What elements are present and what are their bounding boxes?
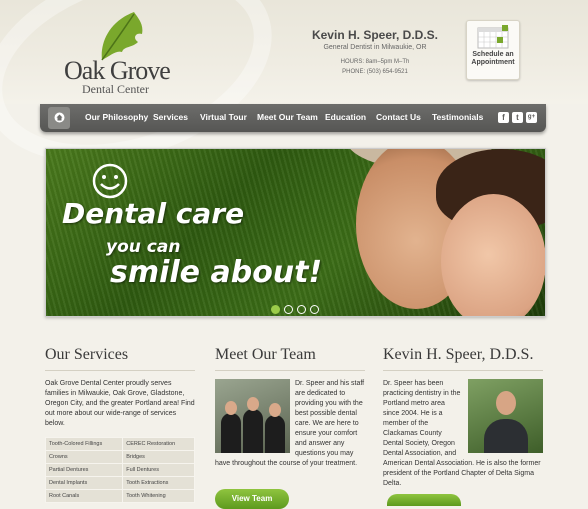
hero-headline-2: you can	[106, 237, 181, 257]
services-divider	[45, 370, 195, 371]
service-link[interactable]: Full Dentures	[122, 463, 195, 477]
slider-dot-2[interactable]	[284, 305, 293, 314]
facebook-icon[interactable]: f	[498, 112, 509, 123]
office-phone[interactable]: PHONE: (503) 654-9521	[300, 67, 450, 77]
twitter-icon[interactable]: t	[512, 112, 523, 123]
nav-our-philosophy[interactable]: Our Philosophy	[85, 112, 148, 122]
services-heading: Our Services	[45, 346, 129, 363]
doctor-heading: Kevin H. Speer, D.D.S.	[383, 346, 534, 363]
hero-woman-face	[441, 194, 545, 316]
nav-contact-us[interactable]: Contact Us	[376, 112, 421, 122]
services-intro: Oak Grove Dental Center proudly serves f…	[45, 380, 195, 427]
nav-testimonials[interactable]: Testimonials	[432, 112, 483, 122]
slider-dot-4[interactable]	[310, 305, 319, 314]
team-heading: Meet Our Team	[215, 346, 316, 363]
hero-slider[interactable]: Dental care you can smile about!	[45, 148, 546, 317]
hero-headline-3: smile about!	[110, 255, 323, 290]
service-link[interactable]: Dental Implants	[44, 476, 124, 490]
view-team-button[interactable]: View Team	[215, 489, 289, 509]
service-link[interactable]: CEREC Restoration	[122, 437, 195, 451]
team-divider	[215, 370, 365, 371]
service-link[interactable]: Bridges	[122, 450, 195, 464]
services-table: Tooth-Colored Fillings CEREC Restoration…	[44, 437, 195, 503]
home-icon	[54, 112, 64, 123]
site-header: Oak Grove Dental Center Kevin H. Speer, …	[0, 0, 588, 198]
main-nav: Our Philosophy Services Virtual Tour Mee…	[40, 104, 546, 132]
slider-dots	[271, 301, 323, 316]
logo[interactable]: Oak Grove Dental Center	[62, 8, 182, 96]
nav-services[interactable]: Services	[153, 112, 188, 122]
home-button[interactable]	[48, 107, 70, 129]
doctor-divider	[383, 370, 543, 371]
team-photo[interactable]	[215, 379, 290, 453]
hero-headline-1: Dental care	[62, 197, 245, 230]
service-link[interactable]: Tooth-Colored Fillings	[44, 437, 124, 451]
table-row: Partial Dentures Full Dentures	[44, 463, 195, 477]
smiley-icon	[92, 163, 128, 199]
logo-subtitle: Dental Center	[82, 82, 149, 96]
service-link[interactable]: Root Canals	[44, 489, 124, 503]
slider-dot-1[interactable]	[271, 305, 280, 314]
team-section: Meet Our Team Dr. Speer and his staff ar…	[215, 346, 365, 469]
service-link[interactable]: Tooth Whitening	[122, 489, 195, 503]
schedule-appointment-button[interactable]: Schedule an Appointment	[466, 20, 520, 80]
service-link[interactable]: Partial Dentures	[44, 463, 124, 477]
doctor-photo[interactable]	[468, 379, 543, 453]
schedule-line2: Appointment	[471, 59, 515, 66]
doctor-name: Kevin H. Speer, D.D.S.	[311, 28, 439, 42]
contact-block: Kevin H. Speer, D.D.S. General Dentist i…	[300, 28, 450, 77]
office-hours: HOURS: 8am–5pm M–Th	[340, 59, 410, 65]
doctor-title: General Dentist in Milwaukie, OR	[323, 44, 427, 51]
doctor-more-button[interactable]	[387, 494, 461, 506]
schedule-line1: Schedule an	[472, 51, 514, 58]
calendar-icon	[477, 25, 509, 49]
service-link[interactable]: Tooth Extractions	[122, 476, 195, 490]
slider-dot-3[interactable]	[297, 305, 306, 314]
google-plus-icon[interactable]: g+	[526, 112, 537, 123]
table-row: Tooth-Colored Fillings CEREC Restoration	[44, 437, 195, 451]
table-row: Crowns Bridges	[44, 450, 195, 464]
nav-education[interactable]: Education	[325, 112, 366, 122]
nav-meet-our-team[interactable]: Meet Our Team	[257, 112, 318, 122]
nav-virtual-tour[interactable]: Virtual Tour	[200, 112, 247, 122]
services-section: Our Services Oak Grove Dental Center pro…	[44, 346, 195, 503]
doctor-section: Kevin H. Speer, D.D.S. Dr. Speer has bee…	[383, 346, 543, 489]
table-row: Root Canals Tooth Whitening	[44, 489, 195, 503]
service-link[interactable]: Crowns	[44, 450, 124, 464]
table-row: Dental Implants Tooth Extractions	[44, 476, 195, 490]
